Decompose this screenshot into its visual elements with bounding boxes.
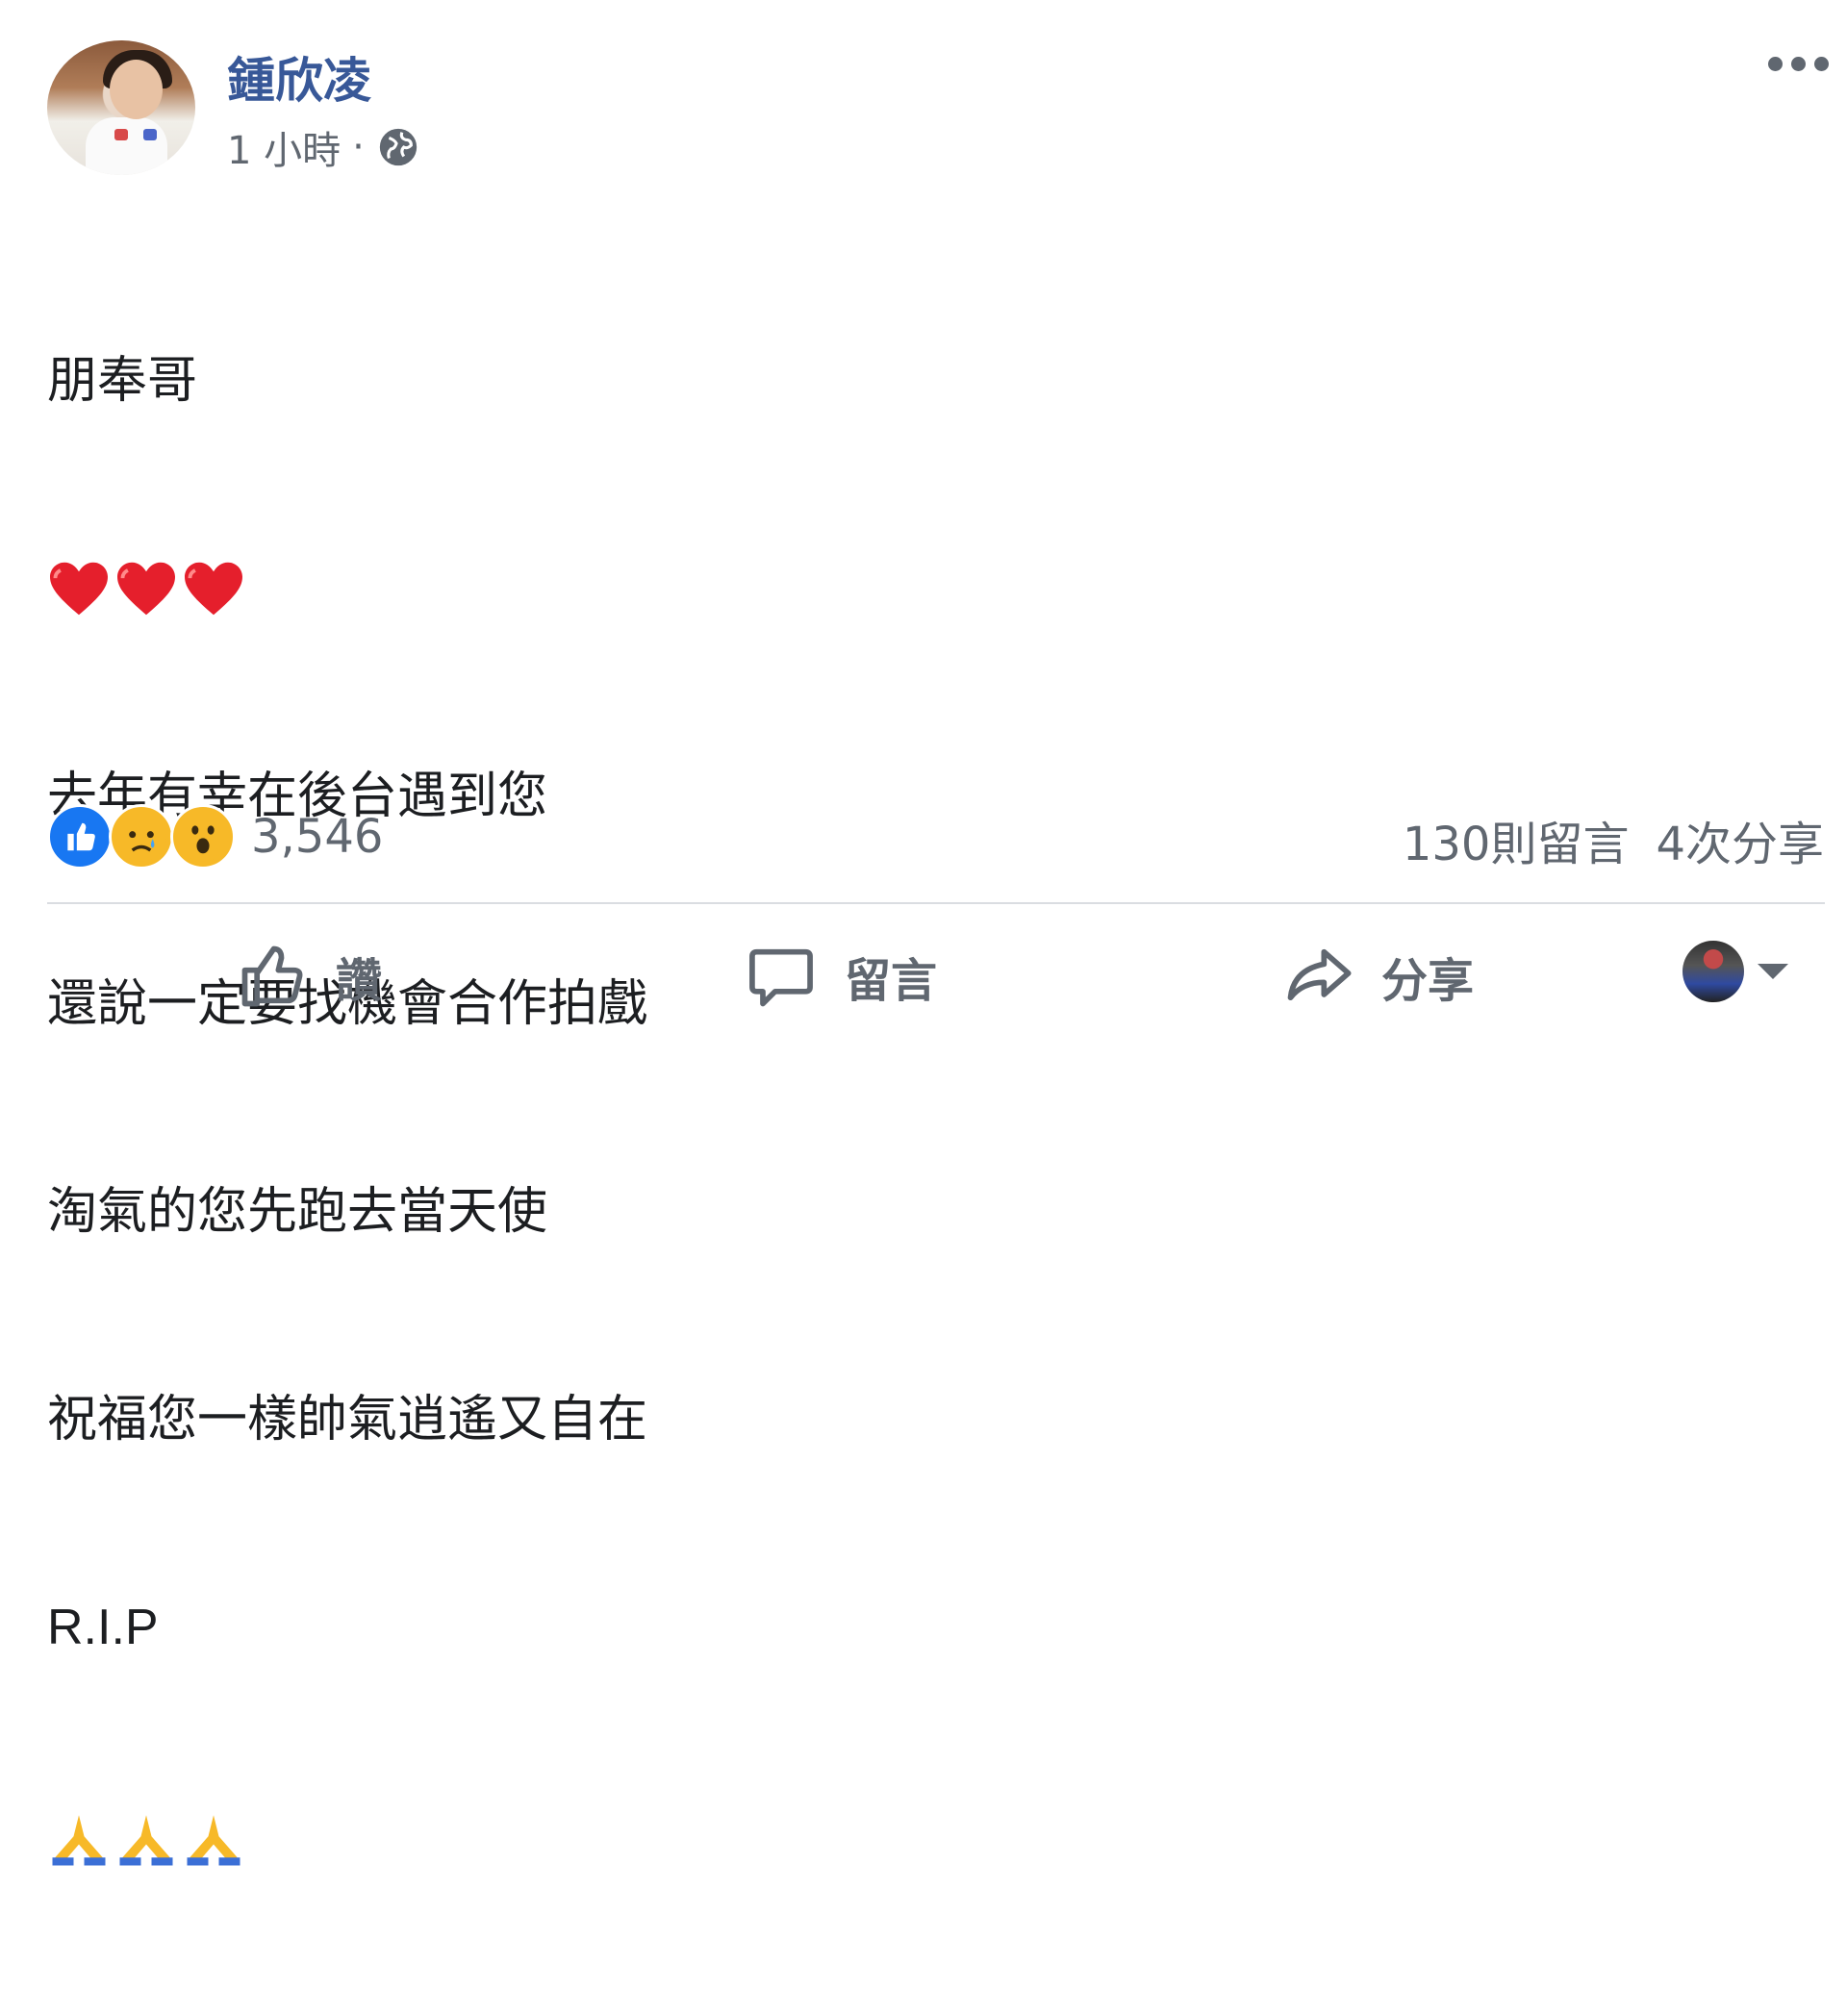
thumbs-up-icon (241, 945, 303, 1007)
pray-icon (187, 1815, 240, 1866)
post-line: 祝福您一樣帥氣逍遙又自在 (47, 1391, 648, 1449)
author-name[interactable]: 鍾欣凌 (227, 42, 371, 112)
author-avatar[interactable] (47, 40, 195, 175)
comment-icon (749, 948, 813, 1007)
like-button[interactable]: 讚 (236, 923, 382, 1029)
comment-count[interactable]: 130則留言 (1403, 806, 1630, 873)
post-line: R.I.P (47, 1600, 159, 1655)
post-body: 朋奉哥 去年有幸在後台遇到您 還說一定要找機會合作拍戲 淘氣的您先跑去當天使 祝… (47, 208, 647, 2016)
share-button[interactable]: 分享 (1281, 923, 1474, 1029)
heart-icon (50, 562, 108, 616)
like-label: 讚 (336, 954, 383, 1008)
like-icon (47, 804, 113, 869)
sad-icon (109, 804, 174, 869)
heart-icon (185, 562, 242, 616)
post-line: 朋奉哥 (47, 352, 198, 410)
pray-emoji-row (47, 1801, 647, 1877)
reaction-as-selector[interactable] (1683, 941, 1788, 1002)
reaction-count[interactable]: 3,546 (251, 810, 383, 864)
heart-icon (117, 562, 175, 616)
share-count[interactable]: 4次分享 (1656, 806, 1824, 873)
more-icon[interactable] (1768, 53, 1834, 74)
meta-separator: · (352, 125, 365, 169)
caret-down-icon (1758, 964, 1788, 979)
share-label: 分享 (1381, 954, 1475, 1008)
comment-label: 留言 (845, 954, 938, 1008)
wow-icon (170, 804, 236, 869)
post-time[interactable]: 1 小時 (227, 119, 341, 175)
pray-icon (52, 1815, 106, 1866)
facebook-post: 鍾欣凌 1 小時 · 朋奉哥 去年有幸在後台遇到您 還說一定要找機會合作拍戲 淘… (0, 0, 1847, 1866)
divider (47, 902, 1825, 904)
action-bar: 讚 留言 分享 (47, 923, 1825, 1029)
share-icon (1287, 948, 1352, 1001)
profile-avatar (1683, 941, 1744, 1002)
globe-icon[interactable] (376, 125, 420, 169)
post-stats: 130則留言 4次分享 (1403, 806, 1824, 873)
comment-button[interactable]: 留言 (745, 923, 937, 1029)
reaction-summary[interactable]: 3,546 (47, 804, 383, 869)
post-line: 淘氣的您先跑去當天使 (47, 1183, 548, 1241)
post-meta: 1 小時 · (227, 119, 420, 175)
pray-icon (119, 1815, 173, 1866)
heart-emoji-row (47, 554, 647, 623)
